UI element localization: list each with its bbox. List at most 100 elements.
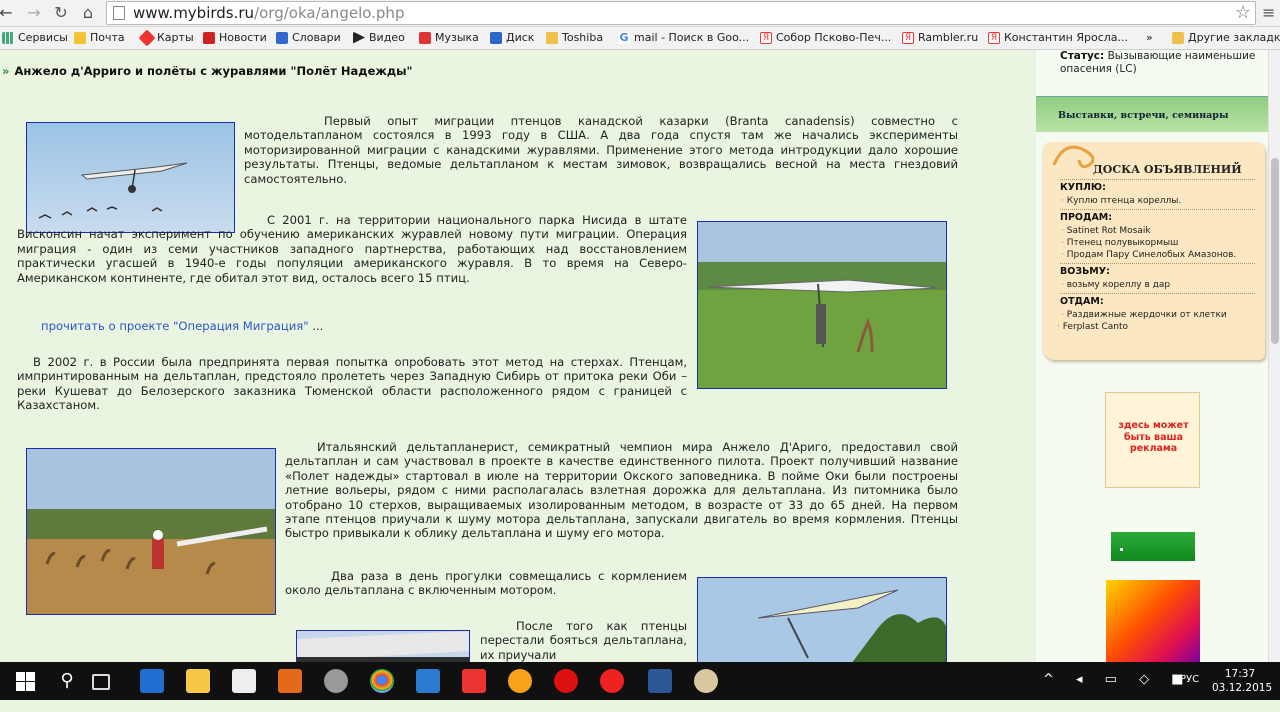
bookmark-video[interactable]: Видео <box>353 31 405 44</box>
dictionary-icon <box>276 31 288 44</box>
forward-icon[interactable]: → <box>24 3 44 23</box>
yandex-app-icon[interactable] <box>462 669 486 693</box>
maps-icon <box>138 29 156 46</box>
language-indicator[interactable]: РУС <box>1180 674 1199 712</box>
app-icon[interactable] <box>324 669 348 693</box>
news-icon <box>203 31 215 44</box>
paragraph-1: Первый опыт миграции птенцов канадской к… <box>244 114 958 186</box>
scrollbar-thumb[interactable] <box>1271 158 1279 344</box>
reload-icon[interactable]: ↻ <box>51 3 71 23</box>
bookmark-services[interactable]: Сервисы <box>2 31 68 44</box>
divider <box>1060 209 1255 210</box>
bookmark-other[interactable]: Другие закладки <box>1172 31 1280 44</box>
divider <box>1060 293 1255 294</box>
events-label: Выставки, встречи, семинары <box>1058 110 1229 121</box>
ad-text: здесь может быть ваша реклама <box>1118 420 1189 454</box>
sell-item[interactable]: Satinet Rot Mosaik <box>1061 226 1151 236</box>
yandex-browser-icon[interactable] <box>600 669 624 693</box>
clock-time: 17:37 <box>1224 668 1256 680</box>
media-player-icon[interactable] <box>278 669 302 693</box>
bookmark-star-icon[interactable]: ☆ <box>1235 2 1251 23</box>
url-input[interactable]: www.mybirds.ru/org/oka/angelo.php ☆ <box>106 1 1256 25</box>
page-icon <box>113 6 125 20</box>
article-content: » Анжело д'Арриго и полёты с журавлями "П… <box>0 50 1036 662</box>
photo-hang-glider-ground <box>697 221 947 389</box>
sun-app-icon[interactable] <box>508 669 532 693</box>
give-item[interactable]: Раздвижные жердочки от клетки <box>1061 310 1227 320</box>
address-bar: ← → ↻ ⌂ www.mybirds.ru/org/oka/angelo.ph… <box>0 0 1280 27</box>
bookmark-disk[interactable]: Диск <box>490 31 534 44</box>
yandex-icon: Я <box>760 31 772 44</box>
windows-start-icon[interactable] <box>14 669 38 693</box>
yandex-icon: Я <box>902 31 914 44</box>
notice-board: ДОСКА ОБЪЯВЛЕНИЙ КУПЛЮ: Куплю птенца кор… <box>1043 142 1265 360</box>
notice-board-title: ДОСКА ОБЪЯВЛЕНИЙ <box>1093 163 1242 176</box>
video-icon <box>353 31 365 44</box>
bookmark-music[interactable]: Музыка <box>419 31 479 44</box>
paragraph-6: После того как птенцы перестали бояться … <box>480 619 687 662</box>
sidebar: Статус: Вызывающие наименьшие опасения (… <box>1036 50 1268 662</box>
taskbar: ⚲ ^ ◂ ▭ ◇ ■ РУС 17:37 03.12.2015 <box>0 662 1280 700</box>
take-category: ВОЗЬМУ: <box>1060 266 1110 277</box>
green-banner[interactable] <box>1111 532 1195 561</box>
take-item[interactable]: возьму кореллу в дар <box>1061 280 1170 290</box>
divider <box>1060 263 1255 264</box>
bookmark-toshiba[interactable]: Toshiba <box>546 31 603 44</box>
conservation-status: Статус: Вызывающие наименьшие опасения (… <box>1060 50 1256 75</box>
paint-icon[interactable] <box>694 669 718 693</box>
clock-date: 03.12.2015 <box>1212 682 1273 694</box>
bookmarks-bar: Сервисы Почта Карты Новости Словари Виде… <box>0 27 1280 50</box>
system-tray-icons[interactable]: ^ ◂ ▭ ◇ ■ <box>1043 672 1193 710</box>
sell-item[interactable]: Птенец полувыкормыш <box>1061 238 1179 248</box>
gradient-banner[interactable] <box>1106 580 1200 662</box>
bookmark-konstantin[interactable]: Я Константин Яросла... <box>988 31 1128 44</box>
search-icon[interactable]: ⚲ <box>55 669 79 693</box>
ad-placeholder[interactable]: здесь может быть ваша реклама <box>1105 392 1200 488</box>
clock[interactable]: 17:37 03.12.2015 <box>1212 667 1273 705</box>
bookmark-google-search[interactable]: Gmail - Поиск в Goo... <box>618 31 749 44</box>
opera-icon[interactable] <box>554 669 578 693</box>
disk-icon <box>490 31 502 44</box>
vertical-scrollbar[interactable] <box>1268 50 1280 662</box>
paragraph-5: Два раза в день прогулки совмещались с к… <box>285 569 687 598</box>
article-title: » Анжело д'Арриго и полёты с журавлями "П… <box>2 64 413 78</box>
home-icon[interactable]: ⌂ <box>78 3 98 23</box>
give-item-continuation[interactable]: Ferplast Canto <box>1057 322 1128 332</box>
bookmark-sobor[interactable]: Я Собор Псково-Печ... <box>760 31 891 44</box>
bookmarks-overflow-button[interactable]: » <box>1146 31 1153 44</box>
word-icon[interactable] <box>648 669 672 693</box>
bookmark-maps[interactable]: Карты <box>138 29 194 46</box>
sell-item[interactable]: Продам Пару Синелобых Амазонов. <box>1061 250 1237 260</box>
google-icon: G <box>618 30 630 44</box>
read-about-project-link[interactable]: прочитать о проекте "Операция Миграция" … <box>41 319 323 333</box>
folder-icon <box>546 31 558 44</box>
photo-cranes-field <box>26 448 276 615</box>
paragraph-4: Итальянский дельтапланерист, семикратный… <box>285 440 958 541</box>
edge-icon[interactable] <box>140 669 164 693</box>
photo-hang-glider-trees <box>697 577 947 662</box>
yandex-icon: Я <box>988 31 1000 44</box>
folder-icon <box>1172 31 1184 44</box>
divider <box>1060 179 1255 180</box>
events-menu-item[interactable]: Выставки, встречи, семинары <box>1036 96 1268 132</box>
chrome-icon[interactable] <box>370 669 394 693</box>
back-icon[interactable]: ← <box>0 3 16 23</box>
bookmark-news[interactable]: Новости <box>203 31 267 44</box>
file-explorer-icon[interactable] <box>186 669 210 693</box>
store-icon[interactable] <box>232 669 256 693</box>
paragraph-2: С 2001 г. на территории национального па… <box>17 213 687 285</box>
give-category: ОТДАМ: <box>1060 296 1104 307</box>
task-view-icon[interactable] <box>92 674 110 690</box>
paragraph-3: В 2002 г. в России была предпринята перв… <box>17 355 687 413</box>
mail-app-icon[interactable] <box>416 669 440 693</box>
bookmark-dictionary[interactable]: Словари <box>276 31 341 44</box>
url-text: www.mybirds.ru/org/oka/angelo.php <box>133 4 405 22</box>
bookmark-rambler[interactable]: Я Rambler.ru <box>902 31 978 44</box>
apps-icon <box>2 31 14 44</box>
sell-category: ПРОДАМ: <box>1060 212 1113 223</box>
bookmark-mail[interactable]: Почта <box>74 31 125 44</box>
buy-item[interactable]: Куплю птенца кореллы. <box>1061 196 1182 206</box>
menu-icon[interactable]: ≡ <box>1262 3 1276 22</box>
photo-wing-closeup <box>296 630 470 662</box>
mail-icon <box>74 31 86 44</box>
